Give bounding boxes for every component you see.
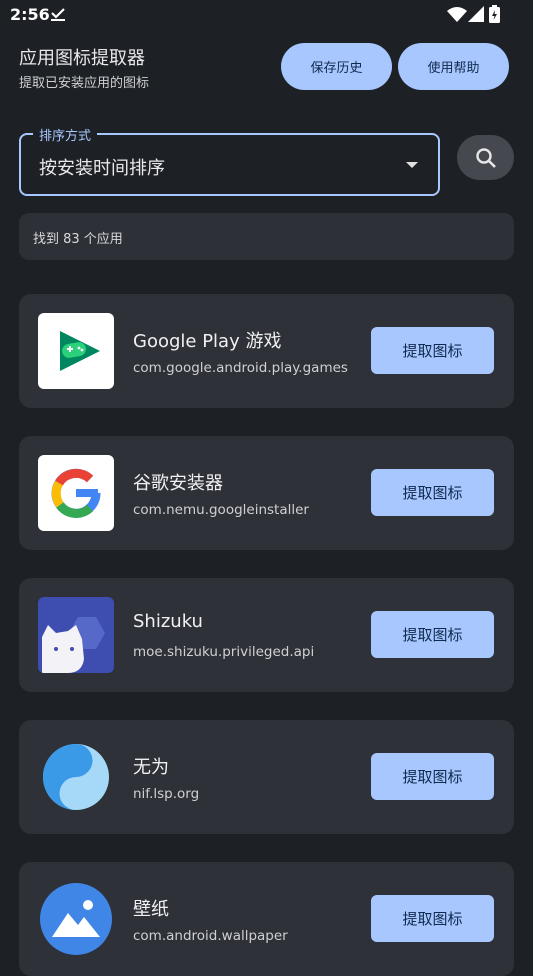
download-done-icon [51, 8, 65, 21]
sort-dropdown[interactable]: 排序方式 按安装时间排序 [19, 125, 440, 196]
battery-charging-icon [489, 5, 500, 23]
status-bar: 2:56 [0, 0, 533, 30]
yin-yang-icon [38, 739, 114, 815]
status-time: 2:56 [10, 5, 50, 24]
sort-label: 排序方式 [33, 125, 98, 144]
extract-icon-button[interactable]: 提取图标 [371, 611, 494, 658]
help-button[interactable]: 使用帮助 [398, 43, 509, 90]
app-subtitle: 提取已安装应用的图标 [19, 76, 150, 91]
app-name: Google Play 游戏 [133, 331, 282, 352]
app-package: nif.lsp.org [133, 786, 200, 802]
app-package: moe.shizuku.privileged.api [133, 644, 315, 660]
app-package: com.nemu.googleinstaller [133, 502, 309, 518]
app-package: com.android.wallpaper [133, 928, 288, 944]
app-title: 应用图标提取器 [19, 48, 145, 69]
app-name: Shizuku [133, 611, 203, 632]
app-name: 无为 [133, 757, 169, 778]
sort-selected-value: 按安装时间排序 [39, 158, 165, 179]
extract-icon-button[interactable]: 提取图标 [371, 469, 494, 516]
app-card: 壁纸 com.android.wallpaper 提取图标 [19, 862, 514, 976]
wallpaper-icon [38, 881, 114, 957]
app-card: Shizuku moe.shizuku.privileged.api 提取图标 [19, 578, 514, 692]
google-g-icon [38, 455, 114, 531]
extract-icon-button[interactable]: 提取图标 [371, 327, 494, 374]
app-card: 无为 nif.lsp.org 提取图标 [19, 720, 514, 834]
cellular-signal-icon [468, 6, 484, 22]
google-play-games-icon [38, 313, 114, 389]
app-card: 谷歌安装器 com.nemu.googleinstaller 提取图标 [19, 436, 514, 550]
save-history-button[interactable]: 保存历史 [281, 43, 392, 90]
app-name: 壁纸 [133, 899, 169, 920]
extract-icon-button[interactable]: 提取图标 [371, 753, 494, 800]
result-count: 找到 83 个应用 [33, 232, 123, 247]
app-card: Google Play 游戏 com.google.android.play.g… [19, 294, 514, 408]
app-package: com.google.android.play.games [133, 360, 348, 376]
search-icon [475, 147, 496, 168]
extract-icon-button[interactable]: 提取图标 [371, 895, 494, 942]
wifi-icon [447, 7, 467, 22]
app-name: 谷歌安装器 [133, 473, 223, 494]
shizuku-icon [38, 597, 114, 673]
search-button[interactable] [457, 135, 514, 180]
dropdown-arrow-icon [406, 162, 418, 168]
result-count-bar: 找到 83 个应用 [19, 213, 514, 260]
